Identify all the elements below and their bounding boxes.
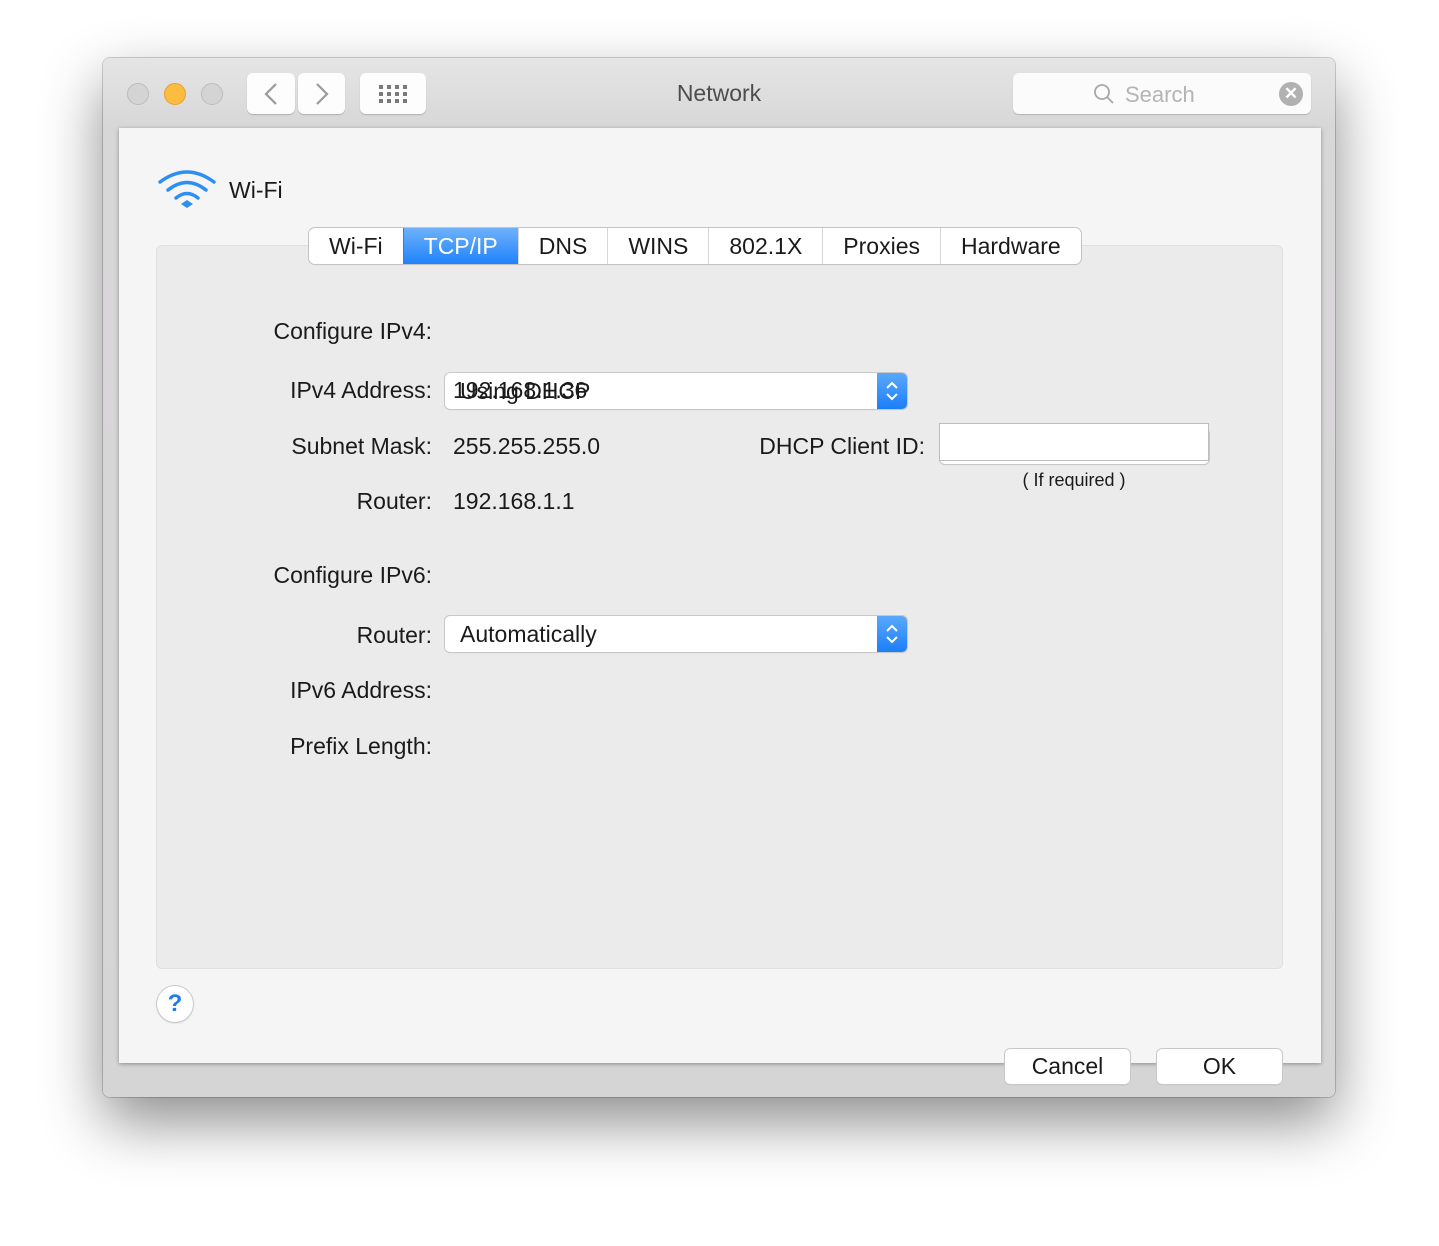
- tab-dns[interactable]: DNS: [517, 228, 608, 264]
- ipv4-address-label: IPv4 Address:: [290, 377, 432, 403]
- dhcp-client-id-label: DHCP Client ID:: [759, 433, 925, 459]
- search-field[interactable]: Search ✕: [1013, 73, 1311, 114]
- tcpip-panel: [156, 245, 1283, 969]
- configure-ipv6-label: Configure IPv6:: [273, 562, 432, 588]
- dhcp-client-id-hint: ( If required ): [1022, 470, 1126, 490]
- tab-hardware[interactable]: Hardware: [940, 228, 1081, 264]
- tab-bar: Wi-Fi TCP/IP DNS WINS 802.1X Proxies Har…: [309, 228, 1081, 264]
- popup-arrows-icon: [877, 373, 907, 409]
- ipv4-router-label: Router:: [356, 488, 432, 514]
- prefix-length-label: Prefix Length:: [290, 733, 432, 759]
- ok-button[interactable]: OK: [1157, 1049, 1282, 1084]
- cancel-button[interactable]: Cancel: [1005, 1049, 1130, 1084]
- interface-header: Wi-Fi: [157, 168, 283, 212]
- clear-search-icon[interactable]: ✕: [1279, 82, 1303, 106]
- tab-proxies[interactable]: Proxies: [822, 228, 940, 264]
- ipv6-address-label: IPv6 Address:: [290, 677, 432, 703]
- tab-wifi[interactable]: Wi-Fi: [309, 228, 403, 264]
- configure-ipv4-label: Configure IPv4:: [273, 318, 432, 344]
- ipv4-router-value: 192.168.1.1: [453, 488, 575, 514]
- subnet-mask-value: 255.255.255.0: [453, 433, 601, 459]
- advanced-settings-sheet: Wi-Fi Wi-Fi TCP/IP DNS WINS 802.1X Proxi…: [119, 128, 1321, 1084]
- interface-name: Wi-Fi: [229, 176, 283, 203]
- configure-ipv6-value: Automatically: [460, 621, 597, 647]
- help-button[interactable]: ?: [157, 986, 193, 1022]
- wifi-icon: [158, 170, 216, 208]
- tab-8021x[interactable]: 802.1X: [708, 228, 822, 264]
- ipv4-address-value: 192.168.1.36: [453, 377, 588, 403]
- title-bar: Network Search ✕: [103, 58, 1335, 128]
- popup-arrows-icon: [877, 616, 907, 652]
- ipv6-router-label: Router:: [356, 622, 432, 648]
- configure-ipv6-select[interactable]: Automatically: [445, 616, 907, 652]
- search-icon: [1094, 84, 1114, 104]
- tab-tcpip[interactable]: TCP/IP: [402, 228, 518, 264]
- network-preferences-window: Network Search ✕ Wi-Fi Wi-Fi TCP/IP DNS …: [103, 58, 1335, 1097]
- dhcp-client-id-input[interactable]: [939, 423, 1209, 461]
- subnet-mask-label: Subnet Mask:: [291, 433, 432, 459]
- tab-wins[interactable]: WINS: [607, 228, 708, 264]
- search-placeholder: Search: [1125, 82, 1195, 107]
